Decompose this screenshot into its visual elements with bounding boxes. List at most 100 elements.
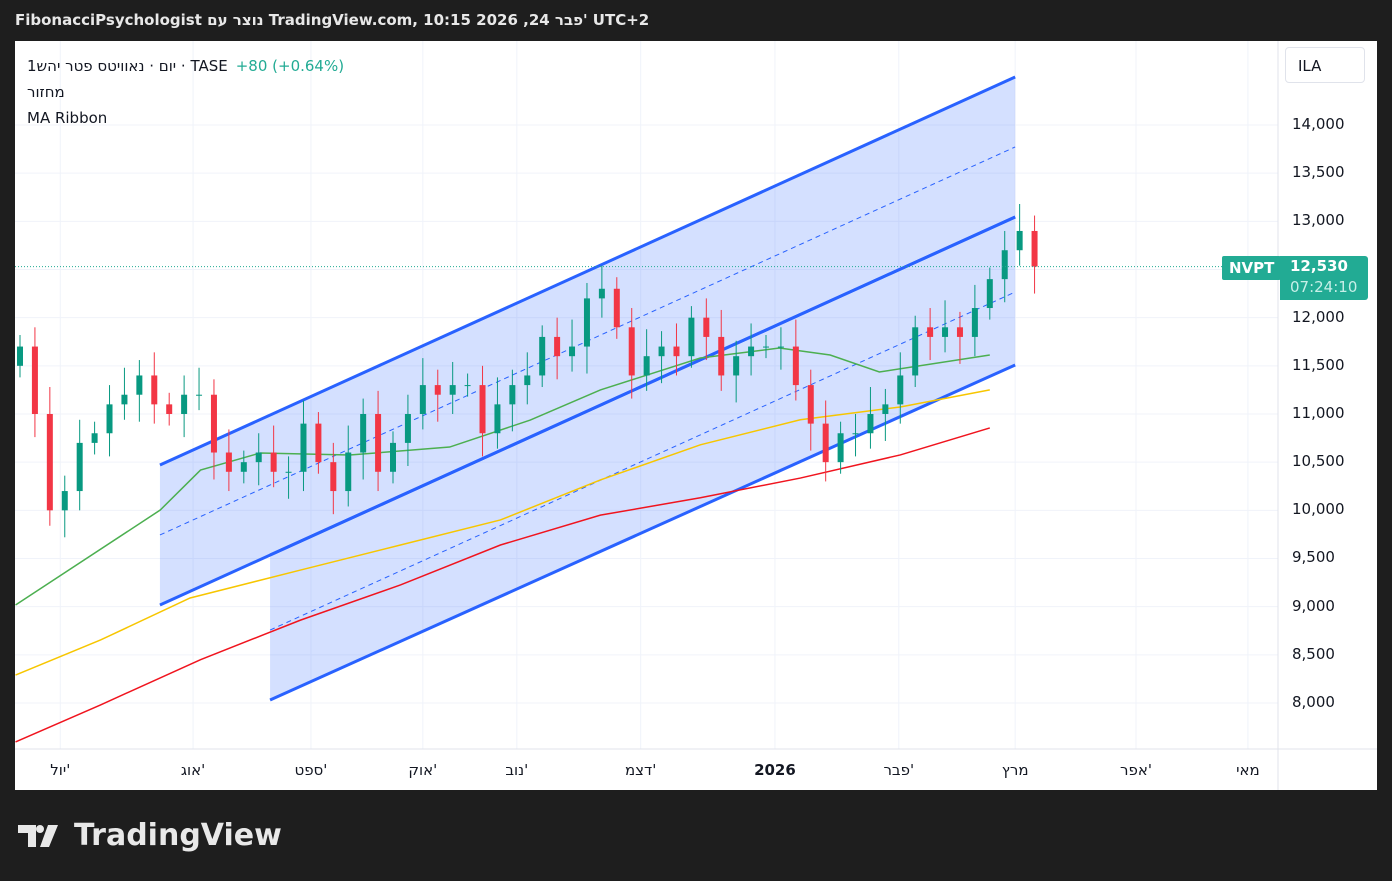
time-tick-label: ספט' [294,761,328,779]
candle-body [673,346,680,357]
candle-body [1016,230,1023,251]
candle-body [867,413,874,434]
candle-body [225,452,232,472]
price-tick-label: 13,000 [1292,211,1345,230]
candle-body [942,327,949,337]
candle-body [583,298,590,347]
candle-body [434,385,441,395]
price-tick-label: 10,000 [1292,500,1345,519]
time-tick-label: אפר' [1120,761,1153,779]
currency-button[interactable]: ILA [1285,47,1365,83]
candle-body [210,394,217,453]
candle-body [404,413,411,443]
time-tick-label: אוק' [408,761,438,779]
candle-body [792,346,799,386]
time-tick-label: נוב' [505,761,529,779]
ma-ribbon-indicator-label[interactable]: MA Ribbon [27,105,344,131]
price-tick-label: 9,500 [1292,548,1335,567]
volume-indicator-label[interactable]: מחזור [27,79,344,105]
candle-body [509,385,516,405]
candle-body [777,346,784,348]
candle-body [479,385,486,434]
candle-body [166,404,173,414]
tradingview-logo-icon [18,824,58,847]
candle-body [688,317,695,357]
candle-body [598,288,605,299]
time-tick-label: יול' [50,761,71,779]
candle-body [151,375,158,405]
candle-body [315,423,322,463]
time-tick-label: מאי [1236,761,1260,779]
candle-body [763,346,769,348]
change-value: +80 (+0.64%) [235,57,345,75]
time-tick-label: פבר' [883,761,915,779]
candle-body [1031,230,1038,267]
symbol-label[interactable]: 1יום · נאוויטס פטר יהש · TASE [27,57,228,75]
candle-body [449,385,456,395]
price-tick-label: 9,000 [1292,596,1335,615]
candle-body [912,327,919,376]
candle-body [986,279,993,309]
candle-body [375,413,382,472]
candle-body [956,327,963,337]
candle-body [91,433,98,443]
last-price-tag: 12,530 07:24:10 [1280,256,1368,300]
price-tick-label: 8,500 [1292,644,1335,663]
candle-body [196,394,203,396]
candle-body [613,288,620,328]
candle-body [76,442,83,492]
candle-body [494,404,501,434]
candle-body [971,308,978,337]
chart-frame[interactable]: 1יום · נאוויטס פטר יהש · TASE +80 (+0.64%… [15,41,1377,790]
candle-body [106,404,113,434]
bar-countdown: 07:24:10 [1290,278,1358,296]
candle-body [31,346,38,414]
price-tick-label: 14,000 [1292,115,1345,133]
candle-body [807,385,814,424]
candle-body [852,433,859,435]
chart-title: FibonacciPsychologist נוצר עם TradingVie… [15,11,650,29]
candle-body [255,452,262,463]
candle-body [658,346,665,357]
tradingview-logo[interactable]: TradingView [18,818,282,853]
candle-body [718,336,725,376]
candle-body [539,336,546,376]
candle-body [554,336,561,357]
candle-body [643,356,650,376]
candle-body [882,404,889,414]
candle-body [330,462,337,492]
candle-body [17,346,23,366]
last-price: 12,530 [1290,257,1348,275]
candle-body [345,452,352,492]
candle-body [628,327,635,376]
candle-body [748,346,755,357]
candle-body [703,317,710,337]
candle-body [136,375,143,395]
symbol-tag: NVPT [1222,256,1282,280]
candle-body [61,491,68,511]
price-tick-label: 12,000 [1292,307,1345,326]
price-tick-label: 8,000 [1292,692,1335,711]
time-tick-label: אוג' [180,761,206,779]
price-tick-label: 10,500 [1292,452,1345,471]
candle-body [300,423,307,472]
candle-body [240,462,247,472]
candle-body [837,433,844,463]
time-tick-label: 2026 [754,761,796,779]
candle-body [1001,250,1008,280]
candle-body [285,471,292,473]
time-tick-label: דצמ' [624,761,657,779]
candle-body [419,385,426,414]
candle-body [390,442,396,472]
candle-body [733,356,740,376]
candle-body [121,394,128,405]
price-chart[interactable] [15,41,1377,790]
price-tick-label: 13,500 [1292,163,1345,182]
candle-body [927,327,934,337]
candle-body [46,413,53,511]
candle-body [360,413,367,453]
candle-body [524,375,531,386]
legend: 1יום · נאוויטס פטר יהש · TASE +80 (+0.64%… [27,53,344,131]
candle-body [270,452,277,472]
candle-body [822,423,829,463]
